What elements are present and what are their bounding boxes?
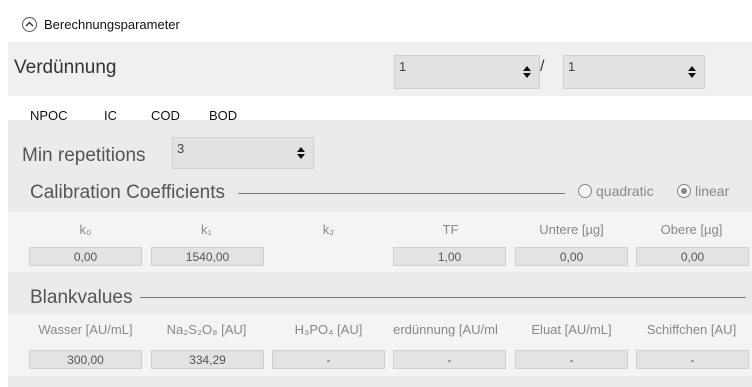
na2s2o8-field[interactable]: 334,29 — [151, 350, 264, 369]
col-wasser: Wasser [AU/mL] — [38, 322, 133, 337]
spinner-value: 3 — [177, 141, 185, 156]
col-h3po4: H₃PO₄ [AU] — [294, 322, 363, 337]
linear-option[interactable]: linear — [677, 183, 729, 199]
col-na2s2o8: Na₂S₂O₈ [AU] — [166, 322, 247, 337]
linear-label: linear — [695, 183, 730, 199]
ratio-separator: / — [540, 58, 545, 75]
k0-field[interactable]: 0,00 — [29, 247, 142, 266]
wasser-field[interactable]: 300,00 — [29, 350, 142, 369]
untere-field[interactable]: 0,00 — [515, 247, 628, 266]
spinner-value: 1 — [399, 59, 407, 74]
verduennung-field[interactable]: - — [393, 350, 506, 369]
radio-icon[interactable] — [578, 184, 592, 198]
spinner-arrows-icon[interactable] — [523, 66, 531, 78]
col-untere: Untere [µg] — [539, 222, 604, 237]
col-verduennung: erdünnung [AU/ml — [393, 322, 498, 337]
min-repetitions-label: Min repetitions — [22, 145, 146, 166]
col-obere: Obere [µg] — [660, 222, 723, 237]
tf-field[interactable]: 1,00 — [393, 247, 506, 266]
blankvalues-title: Blankvalues — [30, 287, 133, 308]
quadratic-label: quadratic — [596, 183, 654, 199]
spinner-arrows-icon[interactable] — [688, 66, 696, 78]
col-k2: k₂ — [322, 222, 335, 237]
col-schiffchen: Schiffchen [AU] — [646, 322, 737, 337]
calibration-title: Calibration Coefficients — [30, 182, 226, 203]
verduennung-numerator-spinner[interactable]: 1 — [394, 55, 540, 89]
spinner-arrows-icon[interactable] — [297, 147, 305, 159]
col-tf: TF — [442, 222, 459, 237]
quadratic-option[interactable]: quadratic — [578, 183, 654, 199]
radio-selected-icon[interactable] — [677, 184, 691, 198]
col-k0: k₀ — [79, 222, 92, 237]
section-title: Berechnungsparameter — [44, 17, 180, 32]
obere-field[interactable]: 0,00 — [636, 247, 749, 266]
spinner-value: 1 — [568, 59, 576, 74]
schiffchen-field[interactable]: - — [636, 350, 749, 369]
collapse-icon[interactable] — [22, 17, 37, 32]
min-repetitions-spinner[interactable]: 3 — [172, 137, 314, 169]
col-k1: k₁ — [201, 222, 212, 237]
divider — [238, 193, 565, 194]
verduennung-label: Verdünnung — [14, 57, 117, 78]
divider — [140, 297, 746, 298]
eluat-field[interactable]: - — [515, 350, 628, 369]
verduennung-denominator-spinner[interactable]: 1 — [563, 55, 705, 89]
col-eluat: Eluat [AU/mL] — [531, 322, 612, 337]
k1-field[interactable]: 1540,00 — [151, 247, 264, 266]
h3po4-field[interactable]: - — [272, 350, 385, 369]
section-header[interactable]: Berechnungsparameter — [8, 8, 752, 42]
